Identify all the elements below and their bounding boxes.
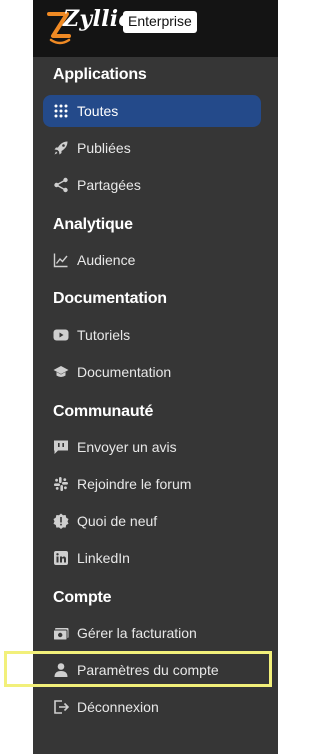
share-icon — [52, 176, 70, 194]
nav-item-parametres-du-compte[interactable]: Paramètres du compte — [43, 654, 261, 686]
slack-icon — [52, 475, 70, 493]
section-title-compte: Compte — [53, 589, 112, 606]
feedback-icon — [52, 438, 70, 456]
nav-item-label: Toutes — [77, 103, 119, 119]
sidebar: Zyllio Enterprise Applications Toutes Pu… — [33, 0, 278, 754]
linkedin-icon — [52, 549, 70, 567]
nav-item-label: Gérer la facturation — [77, 625, 197, 641]
nav-item-partagees[interactable]: Partagées — [43, 169, 261, 201]
nav-item-quoi-de-neuf[interactable]: Quoi de neuf — [43, 505, 261, 537]
nav-item-deconnexion[interactable]: Déconnexion — [43, 691, 261, 723]
nav-item-label: Documentation — [77, 364, 172, 380]
badge-alert-icon — [52, 512, 70, 530]
nav-item-rejoindre-le-forum[interactable]: Rejoindre le forum — [43, 468, 261, 500]
section-title-communaute: Communauté — [53, 403, 154, 420]
nav-item-publiees[interactable]: Publiées — [43, 132, 261, 164]
nav-item-label: Audience — [77, 252, 136, 268]
section-title-analytique: Analytique — [53, 216, 133, 233]
nav-item-label: LinkedIn — [77, 550, 130, 566]
youtube-icon — [52, 326, 70, 344]
nav-item-audience[interactable]: Audience — [43, 244, 261, 276]
nav-item-label: Tutoriels — [77, 327, 131, 343]
nav-item-label: Déconnexion — [77, 699, 159, 715]
nav-item-gerer-la-facturation[interactable]: Gérer la facturation — [43, 617, 261, 649]
line-chart-icon — [52, 251, 70, 269]
top-bar: Zyllio Enterprise — [33, 0, 278, 57]
section-title-documentation: Documentation — [53, 290, 167, 307]
user-icon — [52, 661, 70, 679]
graduation-cap-icon — [52, 363, 70, 381]
nav-item-envoyer-un-avis[interactable]: Envoyer un avis — [43, 431, 261, 463]
nav-item-label: Publiées — [77, 140, 131, 156]
nav-item-label: Rejoindre le forum — [77, 476, 192, 492]
logout-icon — [52, 698, 70, 716]
nav-item-linkedin[interactable]: LinkedIn — [43, 542, 261, 574]
enterprise-badge: Enterprise — [123, 11, 197, 33]
nav-item-label: Envoyer un avis — [77, 439, 177, 455]
grid-dots-icon — [52, 102, 70, 120]
nav-item-label: Partagées — [77, 177, 141, 193]
nav-item-label: Quoi de neuf — [77, 513, 158, 529]
nav-item-toutes[interactable]: Toutes — [43, 95, 261, 127]
rocket-icon — [52, 139, 70, 157]
nav-item-tutoriels[interactable]: Tutoriels — [43, 319, 261, 351]
section-title-applications: Applications — [53, 66, 147, 83]
nav-item-label: Paramètres du compte — [77, 662, 219, 678]
billing-icon — [52, 624, 70, 642]
nav-item-documentation[interactable]: Documentation — [43, 356, 261, 388]
